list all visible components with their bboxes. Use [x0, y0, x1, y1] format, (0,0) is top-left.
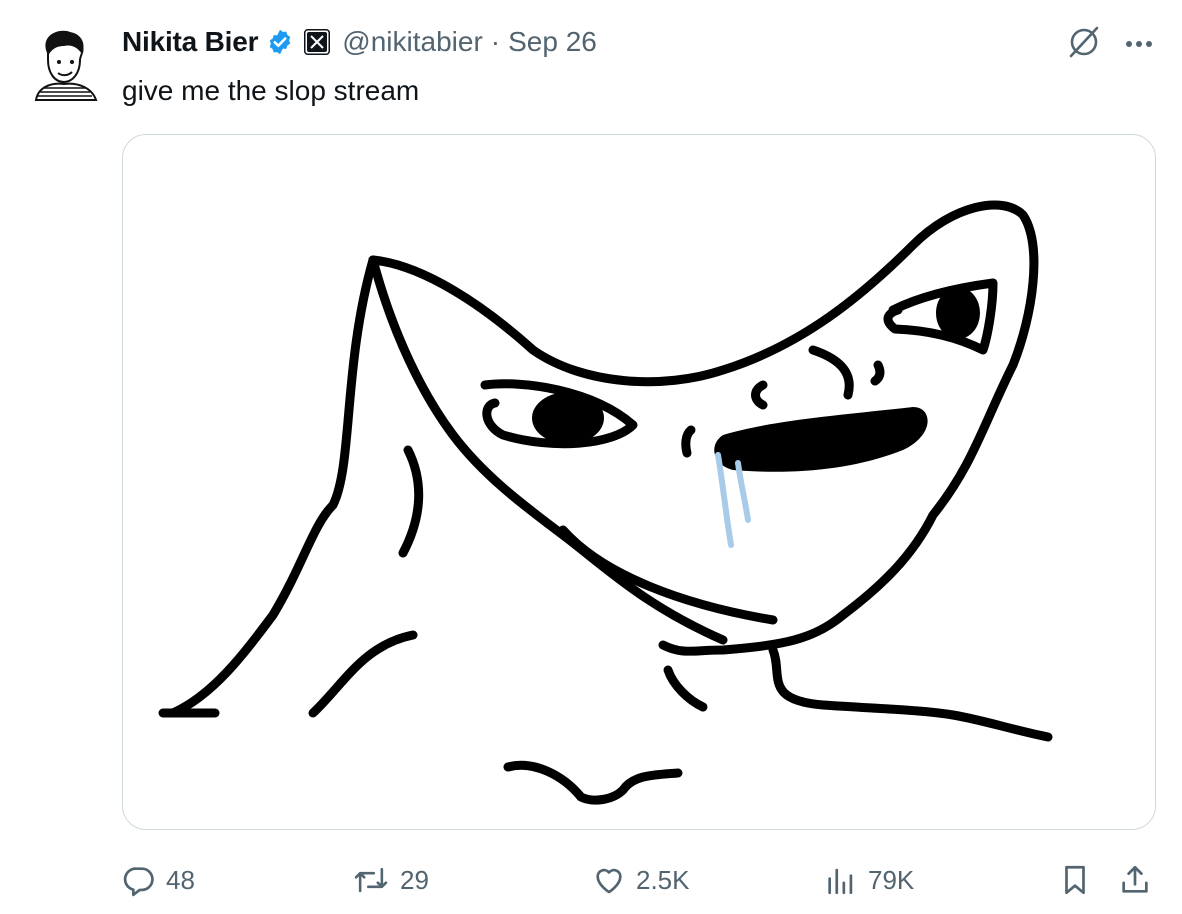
- wojak-drawing: [158, 200, 1053, 805]
- share-icon: [1122, 865, 1148, 893]
- views-icon: [828, 868, 853, 895]
- grok-icon[interactable]: [1066, 24, 1102, 65]
- bookmark-icon: [1065, 865, 1085, 895]
- x-logo-icon[interactable]: [304, 29, 331, 55]
- reply-button[interactable]: 48: [122, 858, 195, 902]
- bookmark-button[interactable]: [1058, 858, 1092, 902]
- separator-dot: ·: [490, 26, 501, 57]
- like-count: 2.5K: [636, 864, 690, 895]
- more-icon[interactable]: [1124, 36, 1154, 54]
- reply-count: 48: [166, 864, 195, 895]
- post-top-actions: [1066, 24, 1154, 65]
- views-button[interactable]: 79K: [824, 858, 914, 902]
- like-icon: [596, 868, 622, 894]
- repost-count: 29: [400, 864, 429, 895]
- author-name[interactable]: Nikita Bier: [122, 26, 258, 58]
- avatar[interactable]: [30, 26, 100, 102]
- post-media-image[interactable]: [122, 134, 1156, 830]
- like-button[interactable]: 2.5K: [592, 858, 690, 902]
- author-handle[interactable]: @nikitabier: [342, 26, 482, 58]
- reply-icon: [123, 867, 154, 897]
- post-header: Nikita Bier @nikitabier · Sep 26: [122, 22, 597, 62]
- view-count: 79K: [868, 864, 915, 895]
- repost-icon: [354, 867, 388, 893]
- share-button[interactable]: [1118, 858, 1152, 902]
- post-action-bar: 48 29 2.5K 79K: [122, 858, 1162, 902]
- repost-button[interactable]: 29: [352, 858, 429, 902]
- post-text: give me the slop stream: [122, 75, 420, 106]
- verified-badge-icon[interactable]: [266, 28, 294, 56]
- post-date[interactable]: Sep 26: [508, 26, 597, 58]
